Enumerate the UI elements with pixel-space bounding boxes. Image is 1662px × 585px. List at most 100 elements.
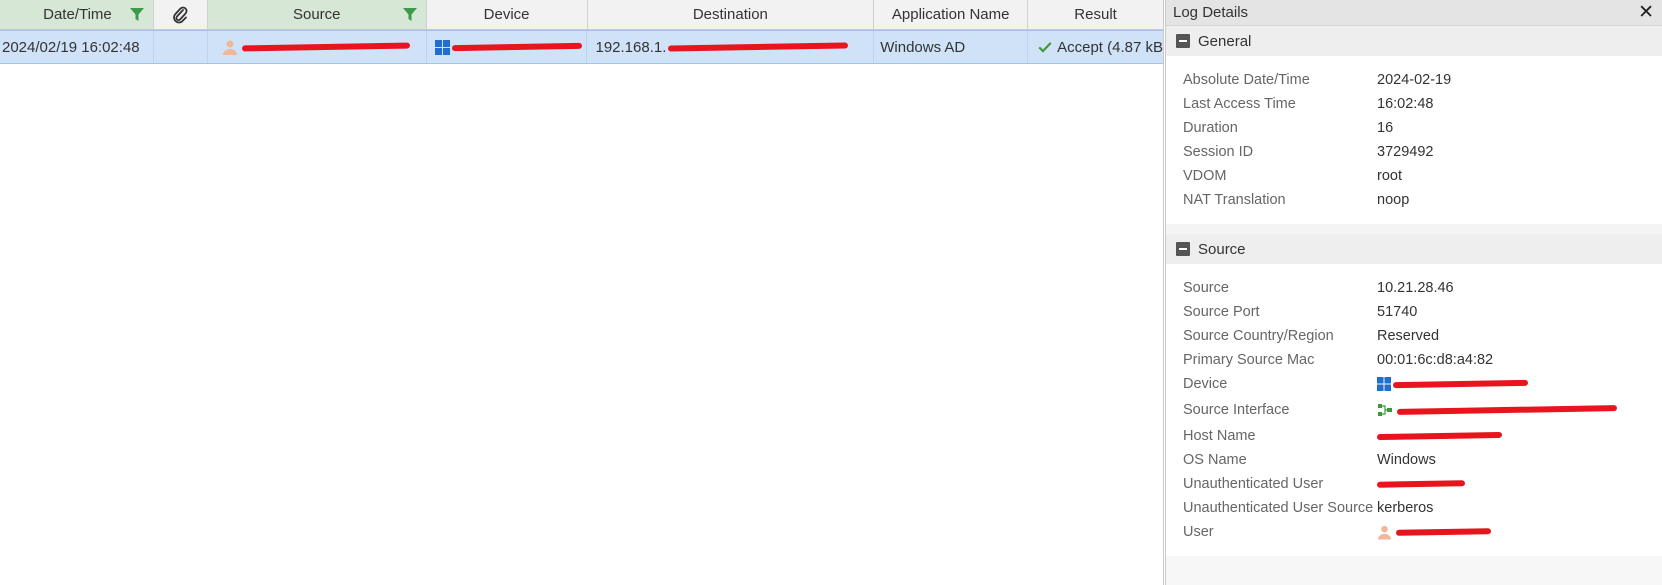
detail-value: Windows [1377, 452, 1436, 468]
section-divider [1166, 224, 1662, 234]
collapse-icon[interactable] [1176, 34, 1190, 48]
section-general-header[interactable]: General [1166, 26, 1662, 56]
cell-destination: 192.168.1. [587, 31, 875, 63]
detail-value: 3729492 [1377, 144, 1434, 160]
column-header-result[interactable]: Result [1028, 0, 1163, 29]
details-header: Log Details ✕ [1166, 0, 1662, 26]
windows-icon [1377, 377, 1391, 391]
detail-label: User [1183, 524, 1214, 540]
table-row[interactable]: 2024/02/19 16:02:48 192.168.1. Windows A… [0, 30, 1163, 64]
detail-value-user[interactable] [1377, 524, 1492, 540]
close-icon[interactable]: ✕ [1638, 3, 1654, 22]
detail-label: Absolute Date/Time [1183, 72, 1310, 88]
cell-result: Accept (4.87 kB [1028, 31, 1163, 63]
cell-datetime: 2024/02/19 16:02:48 [0, 31, 154, 63]
detail-label: Primary Source Mac [1183, 352, 1315, 368]
redacted-user [1395, 528, 1492, 536]
detail-row-device: Device [1166, 372, 1662, 396]
detail-label: Source Country/Region [1183, 328, 1334, 344]
section-source-body: Source 10.21.28.46 Source Port 51740 Sourc… [1166, 264, 1662, 556]
column-label-application: Application Name [891, 6, 1010, 23]
detail-label: Source Interface [1183, 402, 1290, 418]
section-source-title: Source [1198, 240, 1246, 258]
result-text: Accept (4.87 kB [1057, 38, 1163, 56]
section-general-title: General [1198, 32, 1252, 50]
details-title: Log Details [1173, 4, 1249, 21]
detail-value: 51740 [1377, 304, 1418, 320]
detail-row-interface: Source Interface [1166, 396, 1662, 424]
detail-label: NAT Translation [1183, 192, 1286, 208]
user-icon [1377, 525, 1392, 540]
detail-row: Source 10.21.28.46 [1166, 276, 1662, 300]
cell-application: Windows AD [874, 31, 1029, 63]
column-label-result: Result [1074, 6, 1117, 23]
section-source-header[interactable]: Source [1166, 234, 1662, 264]
detail-label: Session ID [1183, 144, 1254, 160]
column-label-source: Source [292, 6, 341, 23]
detail-row: Absolute Date/Time 2024-02-19 [1166, 68, 1662, 92]
detail-label: Unauthenticated User Source [1183, 500, 1374, 516]
detail-label: Device [1183, 376, 1228, 392]
column-header-destination[interactable]: Destination [588, 0, 875, 29]
cell-device [427, 31, 588, 63]
detail-label: Duration [1183, 120, 1238, 136]
network-interface-icon [1378, 404, 1392, 416]
detail-row: NAT Translation noop [1166, 188, 1662, 212]
detail-label: OS Name [1183, 452, 1247, 468]
windows-icon [434, 39, 450, 55]
detail-row: VDOM root [1166, 164, 1662, 188]
redacted-source [241, 42, 410, 52]
collapse-icon[interactable] [1176, 242, 1190, 256]
detail-value: 16:02:48 [1377, 96, 1434, 112]
filter-icon[interactable] [402, 7, 418, 22]
column-label-destination: Destination [692, 6, 768, 23]
destination-ip: 192.168.1. [595, 38, 667, 56]
detail-row: Source Port 51740 [1166, 300, 1662, 324]
detail-row: Last Access Time 16:02:48 [1166, 92, 1662, 116]
log-details-panel: Log Details ✕ General Absolute Date/Time… [1165, 0, 1662, 585]
section-general-body: Absolute Date/Time 2024-02-19 Last Access… [1166, 56, 1662, 224]
detail-value: 16 [1377, 120, 1394, 136]
detail-label: Host Name [1183, 428, 1256, 444]
filter-icon[interactable] [129, 7, 145, 22]
cell-attachment [154, 31, 208, 63]
detail-value: 2024-02-19 [1377, 72, 1452, 88]
column-header-device[interactable]: Device [427, 0, 588, 29]
detail-row-unauth-source: Unauthenticated User Source kerberos [1166, 496, 1662, 520]
detail-value: 00:01:6c:d8:a4:82 [1377, 352, 1494, 368]
user-icon [222, 40, 237, 55]
redacted-hostname [1376, 431, 1503, 441]
detail-label: Source Port [1183, 304, 1260, 320]
detail-label: Last Access Time [1183, 96, 1296, 112]
column-header-datetime[interactable]: Date/Time [0, 0, 154, 29]
redacted-destination [668, 42, 849, 52]
detail-value: 10.21.28.46 [1377, 280, 1454, 296]
redacted-device [451, 42, 582, 52]
log-table: Date/Time Source Device Destination Appl… [0, 0, 1164, 585]
detail-value: kerberos [1377, 500, 1434, 516]
detail-label: VDOM [1183, 168, 1227, 184]
detail-value-interface[interactable] [1377, 403, 1618, 417]
paperclip-icon [173, 6, 188, 23]
detail-row-os: OS Name Windows [1166, 448, 1662, 472]
detail-row-hostname: Host Name [1166, 424, 1662, 448]
detail-label: Source [1183, 280, 1229, 296]
detail-row-user: User [1166, 520, 1662, 544]
detail-row: Source Country/Region Reserved [1166, 324, 1662, 348]
detail-value-device[interactable] [1377, 377, 1529, 391]
detail-value: Reserved [1377, 328, 1440, 344]
detail-value: root [1377, 168, 1402, 184]
column-header-attachment[interactable] [154, 0, 208, 29]
redacted-interface [1396, 405, 1618, 415]
column-header-source[interactable]: Source [207, 0, 427, 29]
redacted-device [1392, 379, 1529, 389]
check-icon [1038, 42, 1052, 53]
column-header-application[interactable]: Application Name [874, 0, 1029, 29]
detail-label: Unauthenticated User [1183, 476, 1324, 492]
detail-value: noop [1377, 192, 1410, 208]
detail-row: Primary Source Mac 00:01:6c:d8:a4:82 [1166, 348, 1662, 372]
column-label-datetime: Date/Time [43, 6, 112, 23]
detail-row: Duration 16 [1166, 116, 1662, 140]
detail-row: Session ID 3729492 [1166, 140, 1662, 164]
detail-row-unauth-user: Unauthenticated User [1166, 472, 1662, 496]
